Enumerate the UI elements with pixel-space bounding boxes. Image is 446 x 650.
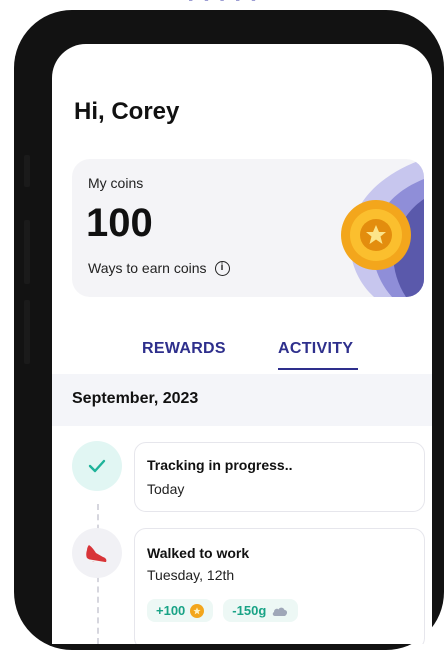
co2-saved-badge: -150g xyxy=(223,599,299,622)
active-tab-indicator xyxy=(278,368,358,370)
timeline-dot-tracking xyxy=(72,441,122,491)
coins-earned-badge: +100 xyxy=(147,599,214,622)
tab-bar: REWARDS ACTIVITY xyxy=(52,340,432,370)
month-header: September, 2023 xyxy=(52,374,432,426)
shoe-icon xyxy=(86,545,107,564)
check-icon xyxy=(88,459,106,473)
co2-saved-value: -150g xyxy=(232,603,267,618)
activity-title: Tracking in progress.. xyxy=(147,457,293,473)
activity-badges: +100 -150g xyxy=(147,599,299,622)
month-label: September, 2023 xyxy=(72,390,199,407)
app-screen: Hi, Corey My coins 100 Ways to earn coin… xyxy=(52,44,432,644)
phone-frame: Hi, Corey My coins 100 Ways to earn coin… xyxy=(14,10,444,650)
activity-date: Today xyxy=(147,481,185,497)
mute-switch xyxy=(24,155,30,187)
gold-coin-icon xyxy=(341,200,411,270)
info-icon[interactable]: i xyxy=(214,260,230,276)
activity-title: Walked to work xyxy=(147,545,250,561)
coin-illustration xyxy=(341,159,424,297)
volume-up-button xyxy=(24,220,30,284)
activity-date: Tuesday, 12th xyxy=(147,567,235,583)
greeting-title: Hi, Corey xyxy=(74,98,180,125)
volume-down-button xyxy=(24,300,30,364)
ways-to-earn-link[interactable]: Ways to earn coins i xyxy=(88,260,230,276)
ways-to-earn-label: Ways to earn coins xyxy=(88,260,207,276)
activity-card-walk[interactable]: Walked to work Tuesday, 12th +100 -150g xyxy=(134,528,425,644)
activity-card-tracking[interactable]: Tracking in progress.. Today xyxy=(134,442,425,512)
timeline-dot-walk xyxy=(72,528,122,578)
co2-cloud-icon xyxy=(273,607,288,616)
coins-value: 100 xyxy=(86,201,153,245)
tab-activity[interactable]: ACTIVITY xyxy=(278,340,353,358)
coins-card[interactable]: My coins 100 Ways to earn coins i xyxy=(72,159,424,297)
tab-rewards[interactable]: REWARDS xyxy=(142,340,226,358)
coins-label: My coins xyxy=(88,175,144,191)
coins-earned-value: +100 xyxy=(156,603,186,618)
coin-icon xyxy=(190,603,205,618)
